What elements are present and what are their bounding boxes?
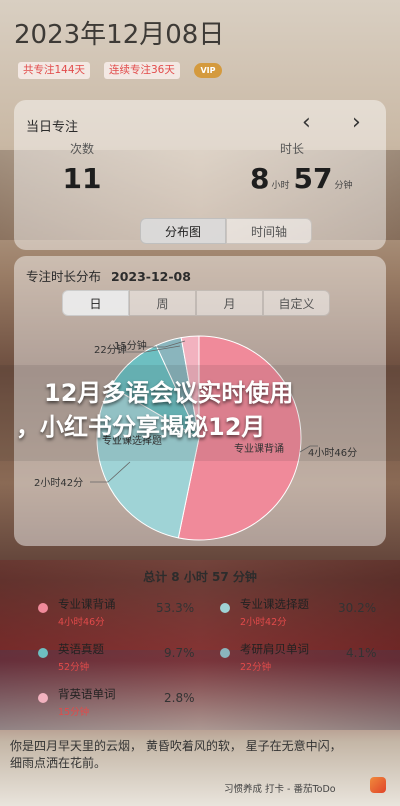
legend-dot [38,693,48,703]
legend-item[interactable]: 专业课选择题 2小时42分 30.2% [220,596,400,636]
poem-line: 细雨点洒在花前。 [10,756,107,770]
legend-duration: 22分钟 [240,662,272,673]
legend-duration: 52分钟 [58,662,90,673]
total-duration: 总计 8 小时 57 分钟 [143,570,257,584]
legend-dot [38,648,48,658]
poem-text: 你是四月早天里的云烟， 黄昏吹着风的软， 星子在无意中闪， 细雨点洒在花前。 [10,738,390,772]
legend-duration: 2小时42分 [240,617,287,628]
pie-label: 22分钟 [94,343,127,356]
legend-percent: 9.7% [164,646,195,660]
legend-dot [220,603,230,613]
legend-percent: 30.2% [338,601,377,615]
legend-item[interactable]: 背英语单词 15分钟 2.8% [38,686,218,726]
app-logo-icon [370,777,386,793]
legend-duration: 4小时46分 [58,617,105,628]
legend-percent: 53.3% [156,601,195,615]
poem-line: 你是四月早天里的云烟， 黄昏吹着风的软， 星子在无意中闪， [10,739,342,753]
banner-line-1: 12月多语会议实时使用 [44,379,294,407]
legend-dot [220,648,230,658]
pie-label: 2小时42分 [34,477,83,489]
legend-percent: 4.1% [346,646,377,660]
legend-item[interactable]: 专业课背诵 4小时46分 53.3% [38,596,218,636]
pie-chart: 15分钟 22分钟 专业课选择题 2小时42分 专业课背诵 4小时46分 [34,335,357,541]
legend-name: 专业课选择题 [240,597,309,611]
legend-name: 专业课背诵 [58,597,116,611]
legend-name: 考研肩贝单词 [240,642,309,656]
legend-dot [38,603,48,613]
legend-item[interactable]: 考研肩贝单词 22分钟 4.1% [220,641,400,681]
legend-duration: 15分钟 [58,707,90,718]
app-name: 习惯养成 打卡 - 番茄ToDo [224,784,336,795]
legend-percent: 2.8% [164,691,195,705]
legend-name: 背英语单词 [58,687,116,701]
banner-line-2: ，小红书分享揭秘12月 [16,413,266,441]
legend-item[interactable]: 英语真题 52分钟 9.7% [38,641,218,681]
legend-name: 英语真题 [58,642,104,656]
